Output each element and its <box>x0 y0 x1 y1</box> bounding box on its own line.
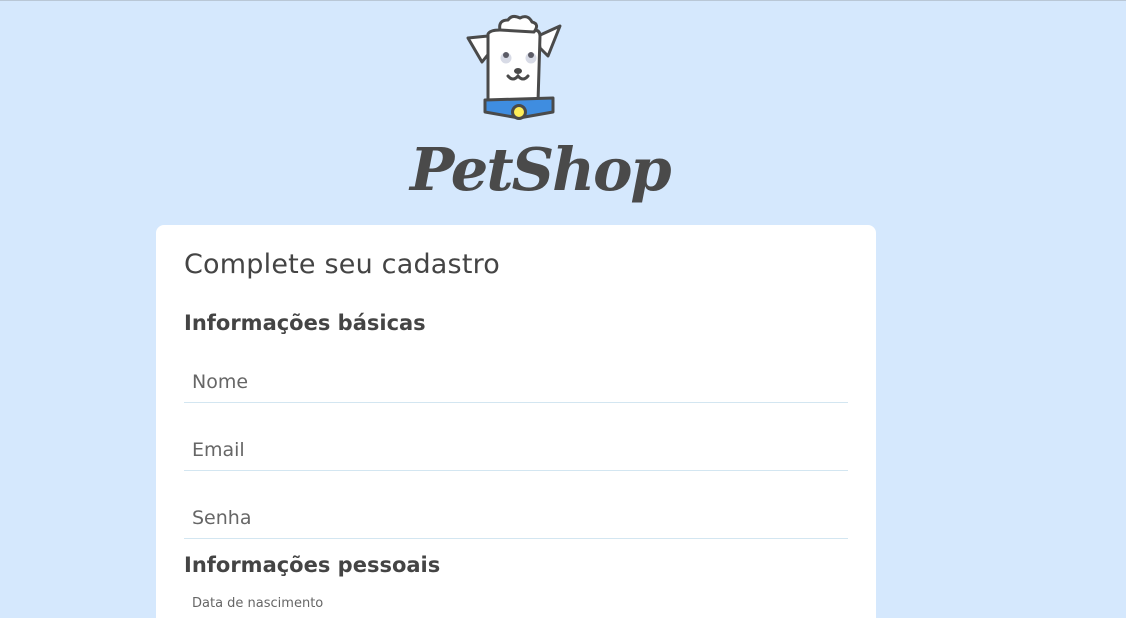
name-field <box>184 357 848 403</box>
dog-mascot-icon <box>466 14 562 120</box>
email-field <box>184 425 848 471</box>
petshop-logo: PetShop <box>410 14 672 220</box>
birthdate-label: Data de nascimento <box>192 596 324 611</box>
page-title: Complete seu cadastro <box>184 249 501 280</box>
personal-info-heading: Informações pessoais <box>184 553 441 577</box>
registration-card: Complete seu cadastro Informações básica… <box>156 225 876 618</box>
password-input[interactable] <box>192 503 832 533</box>
name-input[interactable] <box>192 367 832 397</box>
email-input[interactable] <box>192 435 832 465</box>
basic-info-heading: Informações básicas <box>184 311 426 335</box>
brand-name: PetShop <box>410 135 672 204</box>
window-top-border <box>0 0 1126 1</box>
password-field <box>184 493 848 539</box>
